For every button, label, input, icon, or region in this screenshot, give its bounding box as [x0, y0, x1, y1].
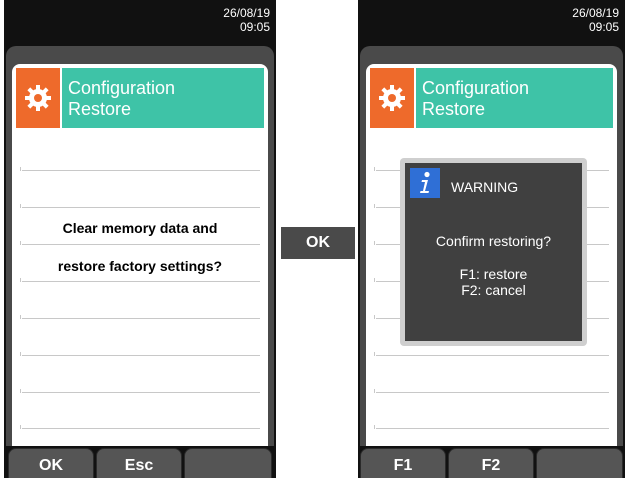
- time-label: 09:05: [588, 20, 619, 34]
- dialog-option-f2: F2: cancel: [461, 282, 526, 298]
- device-left: 26/08/19 09:05 Configuration Restore Cle…: [4, 0, 276, 478]
- divider: [20, 425, 260, 429]
- gear-icon: [370, 68, 414, 128]
- date-label: 26/08/19: [572, 6, 619, 20]
- softkey-bar: OK Esc: [4, 446, 276, 478]
- title-box: Configuration Restore: [416, 68, 613, 128]
- softkey-bar: F1 F2: [358, 446, 625, 478]
- warning-dialog: WARNING Confirm restoring? F1: restore F…: [400, 158, 587, 346]
- divider: [20, 278, 260, 282]
- dialog-body: WARNING Confirm restoring? F1: restore F…: [405, 163, 582, 341]
- title-line1: Configuration: [68, 78, 176, 98]
- page-title: Configuration Restore: [422, 78, 529, 120]
- f2-button[interactable]: F2: [448, 448, 534, 478]
- title-bar: Configuration Restore: [16, 68, 264, 128]
- ok-transition-label: OK: [281, 227, 355, 259]
- message-line2: restore factory settings?: [57, 258, 223, 274]
- divider: [374, 389, 609, 393]
- title-bar: Configuration Restore: [370, 68, 613, 128]
- softkey-3[interactable]: [536, 448, 623, 478]
- dialog-option-f1: F1: restore: [459, 266, 528, 282]
- esc-button[interactable]: Esc: [96, 448, 182, 478]
- page-title: Configuration Restore: [68, 78, 175, 120]
- f1-button[interactable]: F1: [360, 448, 446, 478]
- divider: [20, 204, 260, 208]
- divider: [20, 241, 260, 245]
- divider: [20, 315, 260, 319]
- dialog-title: WARNING: [451, 179, 519, 195]
- screen: Configuration Restore Clear memory data …: [12, 64, 268, 446]
- divider: [374, 425, 609, 429]
- softkey-3[interactable]: [184, 448, 272, 478]
- status-bar: 26/08/19 09:05: [572, 6, 619, 34]
- gear-icon: [16, 68, 60, 128]
- time-label: 09:05: [239, 20, 270, 34]
- title-line2: Restore: [68, 99, 132, 119]
- title-line1: Configuration: [422, 78, 530, 98]
- date-label: 26/08/19: [223, 6, 270, 20]
- info-icon: [410, 168, 440, 198]
- dialog-question: Confirm restoring?: [435, 233, 552, 249]
- divider: [20, 389, 260, 393]
- ok-button[interactable]: OK: [8, 448, 94, 478]
- divider: [20, 167, 260, 171]
- title-line2: Restore: [422, 99, 486, 119]
- divider: [374, 352, 609, 356]
- title-box: Configuration Restore: [62, 68, 264, 128]
- status-bar: 26/08/19 09:05: [223, 6, 270, 34]
- divider: [20, 352, 260, 356]
- message-line1: Clear memory data and: [62, 220, 218, 236]
